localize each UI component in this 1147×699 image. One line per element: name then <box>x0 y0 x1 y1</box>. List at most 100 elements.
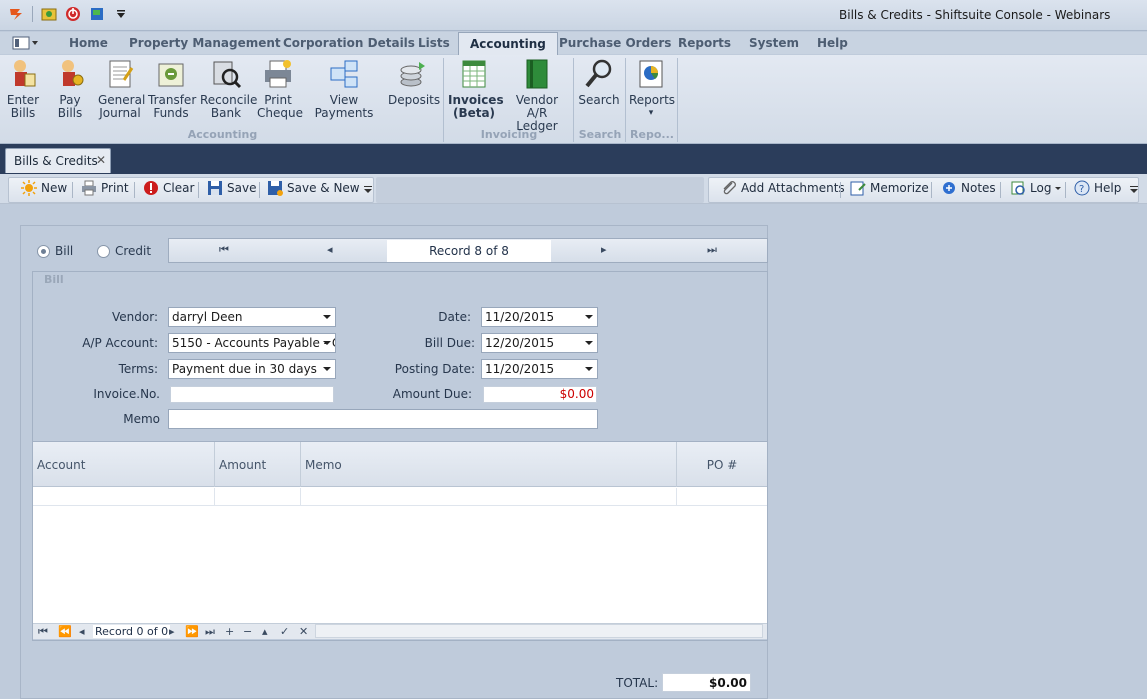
memo-input[interactable] <box>168 409 598 429</box>
log-button[interactable]: Log <box>1010 180 1062 196</box>
grid-accept-button[interactable]: ✓ <box>280 625 289 638</box>
grid-first-button[interactable]: ⏮ <box>38 625 48 639</box>
transfer-funds-button[interactable]: Transfer Funds <box>148 55 196 120</box>
notes-button[interactable]: Notes <box>941 180 996 196</box>
column-header-account[interactable]: Account <box>33 442 215 487</box>
vendor-ar-ledger-button[interactable]: Vendor A/R Ledger <box>505 55 569 133</box>
grid-cancel-button[interactable]: ✕ <box>299 625 308 638</box>
tab-home[interactable]: Home <box>69 36 108 50</box>
grid-next-button[interactable]: ▸ <box>169 625 175 638</box>
search-button[interactable]: Search <box>578 55 620 107</box>
invoices-label-2: (Beta) <box>452 106 496 120</box>
posting-date-label: Posting Date: <box>394 362 475 376</box>
column-header-memo[interactable]: Memo <box>301 442 677 487</box>
help-button[interactable]: ? Help <box>1074 180 1121 196</box>
invoice-no-input[interactable] <box>170 386 334 403</box>
cell-amount[interactable] <box>215 488 301 506</box>
grid-navigator: ⏮ ⏪ ◂ Record 0 of 0 ▸ ⏩ ⏭ + − ▴ ✓ ✕ <box>33 623 767 639</box>
tab-corporation-details[interactable]: Corporation Details <box>283 36 415 50</box>
print-button[interactable]: Print <box>81 180 129 196</box>
radio-credit[interactable]: Credit <box>97 244 151 258</box>
next-record-button[interactable]: ▸ <box>601 243 607 256</box>
printer-icon <box>81 180 97 196</box>
close-icon[interactable]: ✕ <box>96 153 106 167</box>
group-label-accounting: Accounting <box>187 128 258 141</box>
grid-next-page-button[interactable]: ⏩ <box>185 625 199 638</box>
bill-due-picker[interactable]: 12/20/2015 <box>481 333 598 353</box>
favorites-icon[interactable] <box>41 6 57 22</box>
grid-add-button[interactable]: + <box>225 625 234 638</box>
ap-account-label: A/P Account: <box>82 336 158 350</box>
view-payments-icon <box>330 60 358 88</box>
posting-date-value: 11/20/2015 <box>485 362 555 376</box>
reconcile-bank-button[interactable]: Reconcile Bank <box>200 55 257 120</box>
grid-prev-button[interactable]: ◂ <box>79 625 85 638</box>
clear-button[interactable]: Clear <box>143 180 194 196</box>
grid-prev-page-button[interactable]: ⏪ <box>58 625 72 638</box>
power-icon[interactable] <box>65 6 81 22</box>
vendor-select[interactable]: darryl Deen <box>168 307 336 327</box>
save-button[interactable]: Save <box>207 180 256 196</box>
cell-po[interactable] <box>677 488 767 506</box>
help-icon: ? <box>1074 180 1090 196</box>
app-logo-icon[interactable] <box>8 6 24 22</box>
cell-memo[interactable] <box>301 488 677 506</box>
deposits-button[interactable]: Deposits <box>388 55 440 107</box>
tab-purchase-orders[interactable]: Purchase Orders <box>559 36 671 50</box>
radio-bill-label: Bill <box>55 244 74 258</box>
paperclip-icon <box>721 180 737 196</box>
terms-value: Payment due in 30 days <box>172 362 317 376</box>
tab-bills-credits[interactable]: Bills & Credits ✕ <box>5 148 111 173</box>
toolbar-overflow-left[interactable] <box>364 186 372 194</box>
tab-help[interactable]: Help <box>817 36 848 50</box>
posting-date-picker[interactable]: 11/20/2015 <box>481 359 598 379</box>
date-picker[interactable]: 11/20/2015 <box>481 307 598 327</box>
memorize-button[interactable]: Memorize <box>850 180 929 196</box>
cell-account[interactable] <box>33 488 215 506</box>
new-button[interactable]: New <box>21 180 67 196</box>
terms-select[interactable]: Payment due in 30 days <box>168 359 336 379</box>
journal-icon <box>109 60 134 88</box>
prev-record-button[interactable]: ◂ <box>327 243 333 256</box>
form-toolbar: New Print Clear Save Save & New Add Atta… <box>0 174 1147 204</box>
reconcile-bank-icon <box>213 61 242 89</box>
view-payments-button[interactable]: View Payments <box>304 55 384 120</box>
tab-reports[interactable]: Reports <box>678 36 731 50</box>
enter-bills-button[interactable]: Enter Bills <box>4 55 42 120</box>
pay-bills-button[interactable]: Pay Bills <box>48 55 92 120</box>
save-new-button[interactable]: Save & New <box>267 180 360 196</box>
table-row[interactable] <box>33 488 767 506</box>
chevron-down-icon[interactable] <box>113 6 129 22</box>
grid-edit-button[interactable]: ▴ <box>262 625 268 638</box>
date-value: 11/20/2015 <box>485 310 555 324</box>
add-attachments-button[interactable]: Add Attachments <box>721 180 845 196</box>
title-bar: Bills & Credits - Shiftsuite Console - W… <box>0 0 1147 31</box>
first-record-button[interactable]: ⏮ <box>219 243 229 257</box>
flag-icon[interactable] <box>89 6 105 22</box>
column-header-amount[interactable]: Amount <box>215 442 301 487</box>
radio-bill[interactable]: Bill <box>37 244 73 258</box>
column-header-po[interactable]: PO # <box>677 442 767 487</box>
grid-last-button[interactable]: ⏭ <box>205 625 215 639</box>
toolbar-overflow-right[interactable] <box>1130 186 1138 194</box>
group-label-reports: Repo... <box>630 128 674 141</box>
ap-account-select[interactable]: 5150 - Accounts Payable - Oth <box>168 333 336 353</box>
tab-system[interactable]: System <box>749 36 799 50</box>
invoices-beta-button[interactable]: Invoices (Beta) <box>448 55 504 120</box>
reports-button[interactable]: Reports ▾ <box>629 55 675 120</box>
general-journal-button[interactable]: General Journal <box>98 55 145 120</box>
enter-bills-label-2: Bills <box>10 106 36 120</box>
app-menu-button[interactable] <box>12 35 44 51</box>
tab-accounting[interactable]: Accounting <box>458 32 558 55</box>
quick-access-toolbar <box>0 6 129 22</box>
last-record-button[interactable]: ⏭ <box>707 243 717 257</box>
tab-property-management[interactable]: Property Management <box>129 36 281 50</box>
chevron-down-icon <box>1055 187 1062 190</box>
tab-lists[interactable]: Lists <box>418 36 450 50</box>
transfer-funds-label-2: Funds <box>153 106 189 120</box>
grid-horizontal-scrollbar[interactable] <box>315 624 763 638</box>
print-cheque-button[interactable]: Print Cheque <box>257 55 303 120</box>
clear-stop-icon <box>143 180 159 196</box>
grid-remove-button[interactable]: − <box>243 625 252 638</box>
print-cheque-label-2: Cheque <box>257 106 303 120</box>
